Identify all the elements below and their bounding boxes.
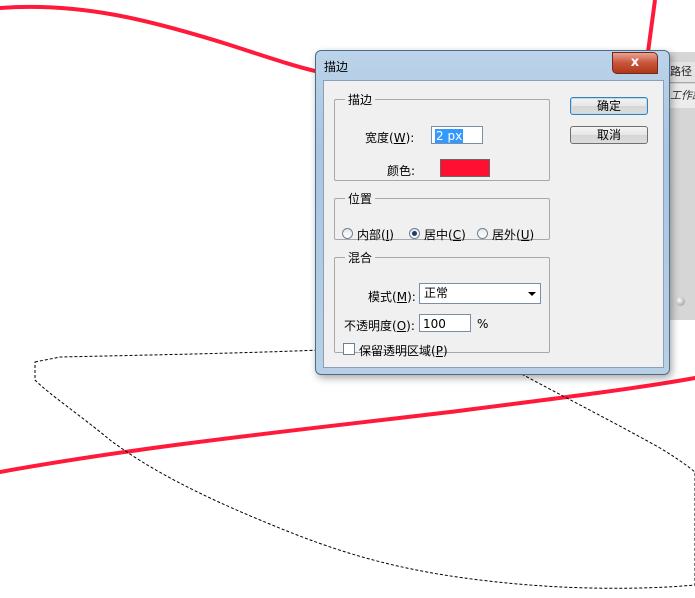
blending-group-legend: 混合 [348, 251, 373, 265]
radio-outside[interactable] [477, 228, 488, 239]
preserve-transparency-label[interactable]: 保留透明区域(P) [359, 342, 448, 359]
color-label: 颜色: [387, 164, 416, 178]
stroke-dialog: 描边 x 描边 宽度(W): 2 px 颜色: 位置 内部(I) 居中(C) 居… [315, 50, 670, 375]
red-stroke-path-right-top [646, 0, 657, 53]
preserve-transparency-checkbox[interactable] [343, 343, 355, 355]
opacity-label: 不透明度(O): [344, 319, 415, 333]
chevron-down-icon [528, 292, 536, 296]
radio-outside-label[interactable]: 居外(U) [492, 226, 534, 243]
blending-group: 混合 模式(M): 正常 不透明度(O): 100 % 保留透明区域(P) [334, 249, 550, 358]
mode-select-value: 正常 [424, 286, 449, 300]
red-stroke-path-bottom [0, 376, 695, 474]
location-group: 位置 内部(I) 居中(C) 居外(U) [334, 190, 550, 243]
mode-label: 模式(M): [368, 290, 416, 304]
ok-button[interactable]: 确定 [570, 97, 648, 115]
radio-center[interactable] [409, 228, 420, 239]
radio-inside[interactable] [342, 228, 353, 239]
stroke-group: 描边 宽度(W): 2 px 颜色: [334, 91, 550, 181]
radio-inside-label[interactable]: 内部(I) [357, 226, 394, 243]
opacity-input[interactable]: 100 [419, 314, 471, 332]
width-input-value: 2 px [435, 129, 464, 143]
panel-fill-icon[interactable] [676, 297, 685, 306]
location-group-legend: 位置 [348, 192, 373, 206]
mode-select[interactable]: 正常 [419, 283, 541, 304]
red-stroke-path-top [0, 4, 322, 74]
dialog-client: 描边 宽度(W): 2 px 颜色: 位置 内部(I) 居中(C) 居外(U) … [323, 80, 664, 368]
stroke-group-legend: 描边 [348, 93, 373, 107]
color-swatch[interactable] [440, 159, 490, 177]
width-label: 宽度(W): [365, 131, 415, 145]
selection-marquee [34, 349, 695, 589]
close-button[interactable]: x [612, 52, 658, 74]
cancel-button[interactable]: 取消 [570, 126, 648, 144]
width-input[interactable]: 2 px [431, 126, 483, 144]
dialog-title: 描边 [324, 60, 349, 74]
opacity-unit: % [477, 317, 489, 331]
radio-center-label[interactable]: 居中(C) [424, 226, 466, 243]
